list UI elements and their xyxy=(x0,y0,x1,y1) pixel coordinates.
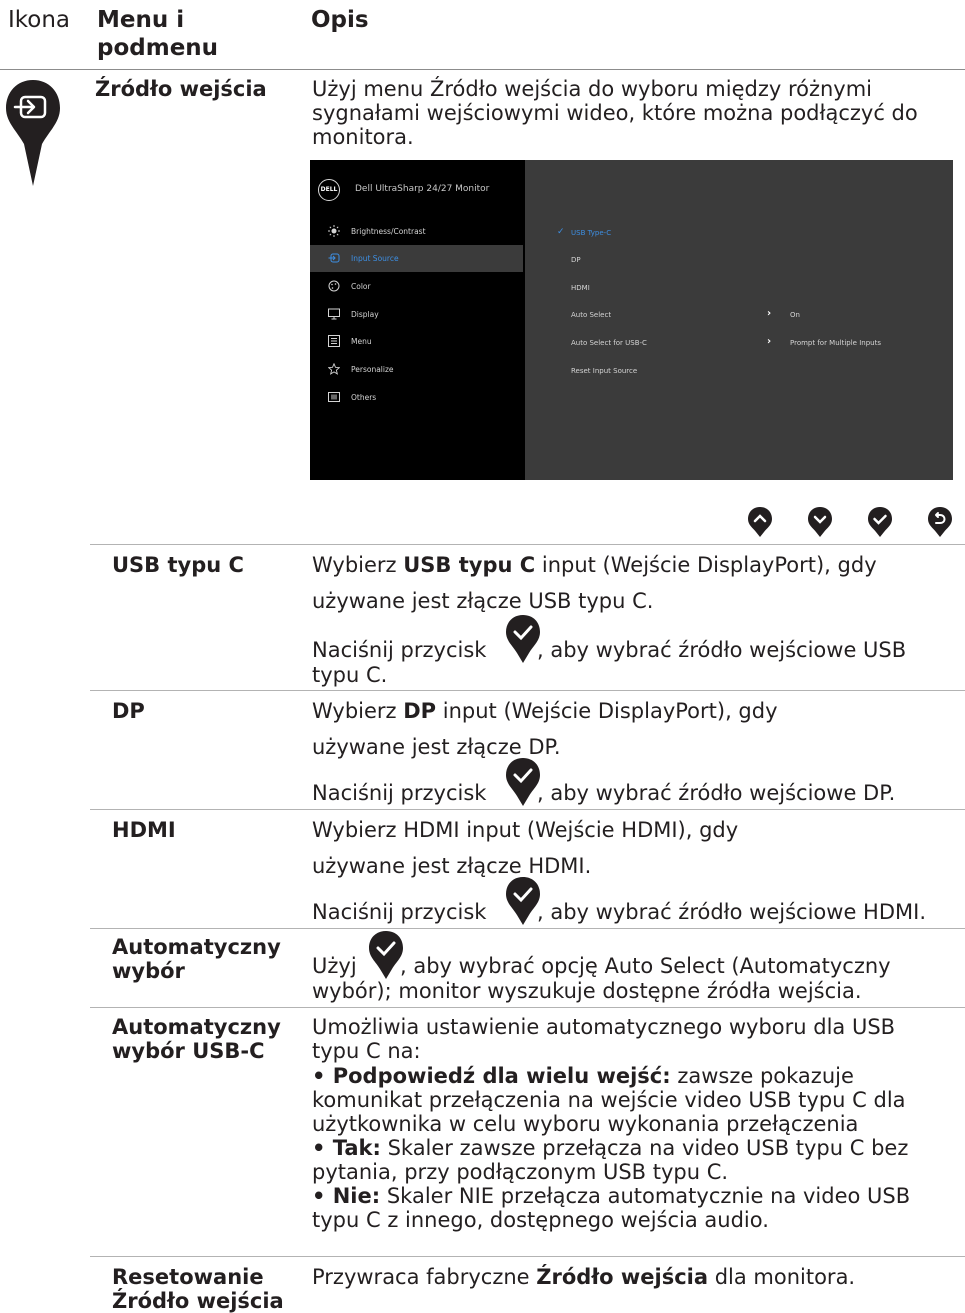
sun-icon xyxy=(328,225,340,237)
osd-submenu-panel xyxy=(525,160,953,480)
up-pin-icon xyxy=(748,507,772,537)
osd-menu-item-menu[interactable]: Menu xyxy=(310,328,523,355)
osd-check-icon: ✓ xyxy=(557,227,565,237)
row-name-hdmi: HDMI xyxy=(112,818,176,842)
row-desc-usbc-press-post: , aby wybrać źródło wejściowe USB xyxy=(537,638,907,662)
row-name-auto-2: wybór xyxy=(112,959,185,983)
row-name-reset-2: Źródło wejścia xyxy=(112,1289,284,1313)
row-divider xyxy=(90,1256,965,1257)
section-desc: Użyj menu Źródło wejścia do wyboru międz… xyxy=(312,77,918,149)
row-desc-autousbc-b2: • Tak: Skaler zawsze przełącza na video … xyxy=(312,1136,909,1160)
osd-menu-label: Menu xyxy=(351,337,372,346)
osd-menu-label: Brightness/Contrast xyxy=(351,227,426,236)
osd-menu-item-others[interactable]: Others xyxy=(310,384,523,411)
check-pin-icon xyxy=(506,758,540,806)
check-pin-icon xyxy=(369,931,403,979)
header-divider xyxy=(0,69,965,70)
osd-menu-item-color[interactable]: Color xyxy=(310,273,523,300)
col-header-desc: Opis xyxy=(311,7,369,33)
osd-menu-item-input-source[interactable]: Input Source xyxy=(310,245,523,272)
osd-auto-select-value: On xyxy=(790,311,800,319)
row-desc-usbc-press-line2: typu C. xyxy=(312,663,388,687)
row-desc-hdmi-press: Naciśnij przycisk xyxy=(312,900,487,924)
row-desc-auto-post: , aby wybrać opcję Auto Select (Automaty… xyxy=(400,954,891,978)
row-desc-reset: Przywraca fabryczne Źródło wejścia dla m… xyxy=(312,1265,856,1289)
row-desc-autousbc-b1: • Podpowiedź dla wielu wejść: zawsze pok… xyxy=(312,1064,854,1088)
others-icon xyxy=(328,392,340,402)
osd-menu-item-display[interactable]: Display xyxy=(310,301,523,328)
osd-sub-usb-type-c[interactable]: USB Type-C xyxy=(571,229,611,237)
osd-sub-dp[interactable]: DP xyxy=(571,256,581,264)
star-icon xyxy=(328,363,340,375)
row-desc-autousbc-l1: Umożliwia ustawienie automatycznego wybo… xyxy=(312,1015,896,1039)
osd-sub-auto-select[interactable]: Auto Select xyxy=(571,311,611,319)
row-desc-usbc-press: Naciśnij przycisk xyxy=(312,638,487,662)
osd-chevron-right-icon: › xyxy=(767,308,772,319)
row-name-dp: DP xyxy=(112,699,145,723)
osd-menu-label: Personalize xyxy=(351,365,394,374)
row-desc-hdmi-line2: używane jest złącze HDMI. xyxy=(312,854,592,878)
osd-menu-label: Input Source xyxy=(351,254,399,263)
row-desc-hdmi-line1: Wybierz HDMI input (Wejście HDMI), gdy xyxy=(312,818,739,842)
osd-sub-auto-select-usbc[interactable]: Auto Select for USB-C xyxy=(571,339,647,347)
row-desc-autousbc-l5: użytkownika w celu wyboru wykonania prze… xyxy=(312,1112,859,1136)
osd-title: Dell UltraSharp 24/27 Monitor xyxy=(355,184,490,194)
row-divider xyxy=(90,928,965,929)
check-pin-icon xyxy=(506,877,540,925)
row-name-reset-1: Resetowanie xyxy=(112,1265,264,1289)
col-header-menu: Menu i podmenu xyxy=(97,7,219,61)
row-desc-autousbc-l7: pytania, przy podłączonym USB typu C. xyxy=(312,1160,729,1184)
osd-menu-item-personalize[interactable]: Personalize xyxy=(310,356,523,383)
osd-menu-label: Others xyxy=(351,393,377,402)
dell-logo: DELL xyxy=(318,179,340,201)
row-name-autousbc-2: wybór USB-C xyxy=(112,1039,265,1063)
osd-auto-select-usbc-value: Prompt for Multiple Inputs xyxy=(790,339,881,347)
osd-menu-label: Display xyxy=(351,310,379,319)
row-desc-autousbc-l2: typu C na: xyxy=(312,1039,421,1063)
osd-sub-hdmi[interactable]: HDMI xyxy=(571,284,590,292)
back-pin-icon xyxy=(928,507,952,537)
row-divider xyxy=(90,1007,965,1008)
row-desc-dp-press-post: , aby wybrać źródło wejściowe DP. xyxy=(537,781,896,805)
section-name: Źródło wejścia xyxy=(95,77,267,101)
row-desc-auto-use: Użyj xyxy=(312,954,357,978)
menu-list-icon xyxy=(328,335,340,347)
palette-icon xyxy=(328,280,340,292)
col-header-icon: Ikona xyxy=(8,7,71,33)
row-desc-autousbc-l4: komunikat przełączenia na wejście video … xyxy=(312,1088,906,1112)
row-desc-autousbc-l9: typu C z innego, dostępnego wejścia audi… xyxy=(312,1208,769,1232)
row-name-autousbc-1: Automatyczny xyxy=(112,1015,281,1039)
osd-chevron-right-icon: › xyxy=(767,336,772,347)
input-source-pin-icon xyxy=(6,80,60,186)
input-source-icon xyxy=(328,253,340,263)
row-divider xyxy=(90,544,965,545)
row-divider xyxy=(90,809,965,810)
row-desc-usbc-line2: używane jest złącze USB typu C. xyxy=(312,589,654,613)
row-name-auto-1: Automatyczny xyxy=(112,935,281,959)
row-desc-usbc-line1: Wybierz USB typu C input (Wejście Displa… xyxy=(312,553,877,577)
check-pin-icon xyxy=(506,615,540,663)
osd-sub-reset-input[interactable]: Reset Input Source xyxy=(571,367,637,375)
check-pin-icon xyxy=(868,507,892,537)
osd-screenshot: DELL Dell UltraSharp 24/27 Monitor Brigh… xyxy=(310,160,953,480)
osd-menu-item-brightness[interactable]: Brightness/Contrast xyxy=(310,218,523,245)
osd-menu-label: Color xyxy=(351,282,371,291)
row-desc-dp-press: Naciśnij przycisk xyxy=(312,781,487,805)
row-desc-auto-line2: wybór); monitor wyszukuje dostępne źródł… xyxy=(312,979,862,1003)
row-divider xyxy=(90,690,965,691)
row-desc-dp-line1: Wybierz DP input (Wejście DisplayPort), … xyxy=(312,699,778,723)
row-desc-dp-line2: używane jest złącze DP. xyxy=(312,735,561,759)
row-name-usbc: USB typu C xyxy=(112,553,244,577)
row-desc-hdmi-press-post: , aby wybrać źródło wejściowe HDMI. xyxy=(537,900,926,924)
down-pin-icon xyxy=(808,507,832,537)
monitor-icon xyxy=(328,308,340,320)
row-desc-autousbc-b3: • Nie: Skaler NIE przełącza automatyczni… xyxy=(312,1184,911,1208)
